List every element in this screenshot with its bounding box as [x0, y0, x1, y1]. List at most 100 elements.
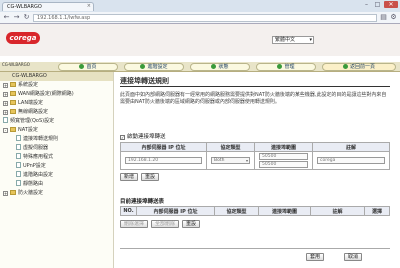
sidebar-item-label: 特殊應用程式 — [23, 154, 54, 160]
col-no: NO. — [120, 206, 137, 216]
add-button[interactable]: 新增 — [120, 173, 139, 181]
sidebar-item[interactable]: 虛擬伺服器 — [0, 144, 113, 153]
apply-button[interactable]: 套用 — [306, 253, 325, 261]
advanced-icon — [140, 64, 146, 69]
corega-logo: corega — [6, 32, 40, 44]
delete-selected-button[interactable]: 刪除選擇 — [120, 220, 149, 228]
header-port: 連接埠範圍 — [254, 142, 313, 152]
page-icon — [16, 135, 21, 141]
folder-icon — [10, 127, 16, 132]
sidebar-item[interactable]: 連接埠轉送規則 — [0, 135, 113, 144]
page-menu-icon[interactable]: ▤ — [380, 13, 387, 22]
port-from-input[interactable]: 50500 — [259, 153, 308, 160]
browser-chrome: CG-WLBARGO × – □ ✕ ← → ↻ 192.168.1.1/lwf… — [0, 0, 400, 24]
forward-table: NO. 內部伺服器 IP 位址 協定類型 連接埠範圍 註解 選擇 — [120, 206, 390, 216]
port-to-input[interactable]: 50500 — [259, 161, 308, 168]
sidebar-item[interactable]: + 系統設定 — [0, 81, 113, 90]
expand-icon[interactable]: + — [3, 101, 8, 106]
sidebar-item-label: 靜態路由 — [23, 181, 44, 187]
back-page-icon — [342, 64, 348, 69]
tab-title: CG-WLBARGO — [7, 4, 42, 10]
tab-advanced[interactable]: 進階設定 — [124, 63, 184, 71]
admin-icon — [277, 64, 283, 69]
folder-icon — [10, 190, 16, 195]
enable-label: 啟動連接埠轉送 — [127, 134, 166, 140]
sidebar-item[interactable]: + 防火牆設定 — [0, 189, 113, 198]
col-select: 選擇 — [364, 206, 390, 216]
sidebar-item[interactable]: 進階路由設定 — [0, 171, 113, 180]
sidebar-item-label: 無線網路設定 — [18, 109, 49, 115]
tab-back[interactable]: 返回前一頁 — [322, 63, 396, 71]
col-comment: 註解 — [310, 206, 365, 216]
app-header: corega 繁體中文 ▾ — [0, 24, 400, 56]
folder-icon — [10, 100, 16, 105]
tab-close-icon[interactable]: × — [87, 3, 91, 9]
sidebar-item[interactable]: 頻寬管理(QoS)設定 — [0, 117, 113, 126]
toolbar: ← → ↻ 192.168.1.1/lwfw.asp ▤ ⚙ — [0, 12, 400, 23]
back-icon[interactable]: ← — [3, 13, 10, 22]
delete-all-button[interactable]: 全部刪除 — [151, 220, 180, 228]
reset-list-button[interactable]: 重設 — [182, 220, 201, 228]
comment-input[interactable]: corega — [317, 157, 385, 164]
tab-home[interactable]: 首頁 — [58, 63, 118, 71]
tab-status[interactable]: 狀態 — [190, 63, 250, 71]
col-ip: 內部伺服器 IP 位址 — [136, 206, 215, 216]
close-window-icon[interactable]: ✕ — [384, 1, 398, 8]
page-icon — [16, 162, 21, 168]
page-description: 此頁面中如內部網路伺服器有一經常用的網路服務需要提供對NAT防火牆後端的某些機器… — [120, 92, 387, 105]
language-select[interactable]: 繁體中文 ▾ — [272, 36, 314, 44]
sidebar-item[interactable]: 靜態路由 — [0, 180, 113, 189]
forward-form: ✓ 啟動連接埠轉送 內部伺服器 IP 位址 協定類型 連接埠範圍 註解 192.… — [120, 133, 390, 181]
browser-tab[interactable]: CG-WLBARGO × — [2, 2, 94, 11]
collapse-icon[interactable]: - — [3, 128, 8, 133]
maximize-icon[interactable]: □ — [373, 1, 382, 8]
col-port: 連接埠範圍 — [258, 206, 311, 216]
protocol-select[interactable]: Both ▾ — [211, 157, 250, 164]
folder-icon — [10, 91, 16, 96]
header-comment: 註解 — [312, 142, 390, 152]
wrench-icon[interactable]: ⚙ — [390, 13, 397, 22]
title-divider — [120, 86, 390, 87]
page-icon — [16, 180, 21, 186]
sidebar-item[interactable]: 特殊應用程式 — [0, 153, 113, 162]
home-icon — [79, 64, 85, 69]
tab-admin[interactable]: 管理 — [256, 63, 316, 71]
sidebar-item-label: 進階路由設定 — [23, 172, 54, 178]
cancel-button[interactable]: 取消 — [344, 253, 363, 261]
sidebar-item-label: 頻寬管理(QoS)設定 — [10, 118, 55, 124]
enable-checkbox[interactable]: ✓ — [120, 134, 125, 140]
sidebar-item[interactable]: UPnP設定 — [0, 162, 113, 171]
chevron-down-icon: ▾ — [309, 37, 312, 43]
page-icon — [16, 144, 21, 150]
main-navbar: CG-WLBARGO 首頁 進階設定 狀態 管理 返回前一頁 — [0, 62, 400, 72]
status-icon — [211, 64, 217, 69]
sidebar-item-label: UPnP設定 — [23, 163, 46, 169]
sidebar-item[interactable]: + 無線網路設定 — [0, 108, 113, 117]
sidebar-item[interactable]: + WAN網路設定(網際網路) — [0, 90, 113, 99]
minimize-icon[interactable]: – — [362, 1, 371, 8]
ip-input[interactable]: 192.168.1.20 — [125, 157, 202, 164]
bottom-divider — [120, 248, 390, 249]
language-value: 繁體中文 — [275, 37, 296, 43]
sidebar-item[interactable]: + LAN端設定 — [0, 99, 113, 108]
folder-icon — [10, 109, 16, 114]
expand-icon[interactable]: + — [3, 191, 8, 196]
folder-icon — [10, 82, 16, 87]
sidebar-item-label: 防火牆設定 — [18, 190, 44, 196]
sidebar-item[interactable]: - NAT設定 — [0, 126, 113, 135]
forward-list: 目前連接埠轉送表 NO. 內部伺服器 IP 位址 協定類型 連接埠範圍 註解 選… — [120, 198, 390, 228]
header-ip: 內部伺服器 IP 位址 — [120, 142, 207, 152]
bottom-actions: 套用 取消 — [306, 253, 363, 261]
reload-icon[interactable]: ↻ — [23, 13, 30, 22]
window-controls: – □ ✕ — [362, 1, 398, 8]
forward-icon[interactable]: → — [13, 13, 20, 22]
expand-icon[interactable]: + — [3, 83, 8, 88]
page-icon — [16, 153, 21, 159]
col-protocol: 協定類型 — [214, 206, 259, 216]
reset-button[interactable]: 重設 — [141, 173, 160, 181]
sidebar: CG-WLBARGO + 系統設定 + WAN網路設定(網際網路) + LAN端設定 + 無線… — [0, 72, 114, 268]
expand-icon[interactable]: + — [3, 110, 8, 115]
expand-icon[interactable]: + — [3, 92, 8, 97]
header-protocol: 協定類型 — [206, 142, 255, 152]
address-bar[interactable]: 192.168.1.1/lwfw.asp — [33, 13, 377, 22]
